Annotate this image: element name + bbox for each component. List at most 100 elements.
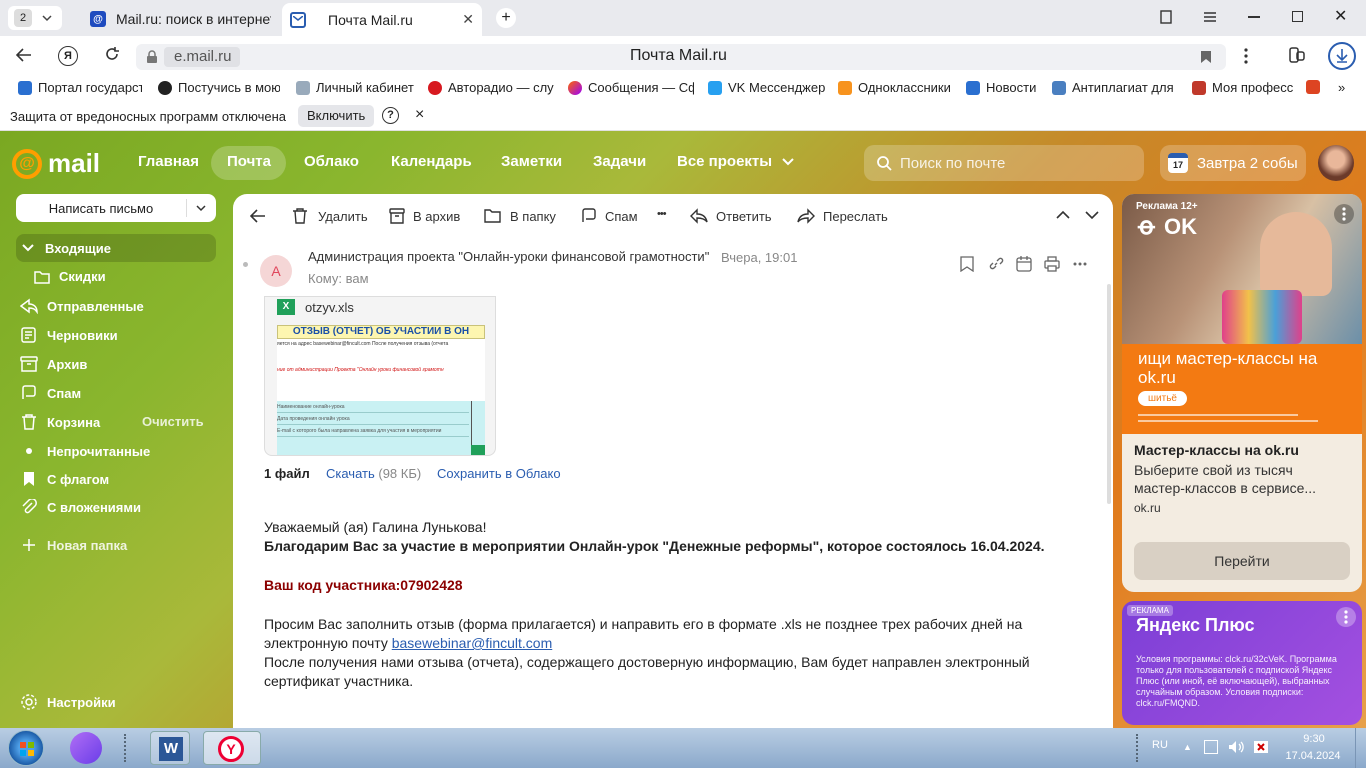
read-status-dot[interactable] xyxy=(243,262,248,267)
nav-mail[interactable]: Почта xyxy=(227,153,271,170)
nav-main[interactable]: Главная xyxy=(138,153,199,170)
folder-drafts[interactable]: Черновики xyxy=(20,327,118,343)
yandex-browser-taskbar-button[interactable]: Y xyxy=(203,731,261,765)
reload-icon[interactable] xyxy=(104,46,120,62)
volume-icon[interactable] xyxy=(1228,740,1244,754)
bookmarks-more-icon[interactable]: » xyxy=(1338,80,1345,95)
ad-ok-masterclasses[interactable]: Реклама 12+ ꝋ OK ищи мастер-классы на ok… xyxy=(1122,194,1362,592)
move-to-folder-button[interactable]: В папку xyxy=(484,208,556,224)
calendar-widget[interactable]: 17 Завтра 2 собы xyxy=(1160,145,1306,181)
network-icon[interactable] xyxy=(1204,740,1218,754)
empty-trash-button[interactable]: Очистить xyxy=(142,414,204,429)
ok-logo-icon: ꝋ xyxy=(1138,213,1155,240)
url-box[interactable]: e.mail.ru Почта Mail.ru xyxy=(136,44,1226,70)
archive-button[interactable]: В архив xyxy=(389,208,460,224)
ad-go-button[interactable]: Перейти xyxy=(1134,542,1350,580)
minimize-icon[interactable] xyxy=(1248,16,1260,18)
bookmark-item[interactable]: Антиплагиат для xyxy=(1052,80,1176,95)
extensions-icon[interactable] xyxy=(1288,46,1306,64)
tab-mailru-search[interactable]: @ Mail.ru: поиск в интернете xyxy=(82,5,280,33)
chevron-down-icon[interactable] xyxy=(196,204,206,212)
folder-inbox[interactable]: Входящие xyxy=(20,240,111,256)
previous-message-icon[interactable] xyxy=(1056,210,1070,220)
bookmark-item[interactable]: Сообщения — Сф xyxy=(568,80,694,95)
attachment-card[interactable]: X otzyv.xls ОТЗЫВ (ОТЧЕТ) ОБ УЧАСТИИ В О… xyxy=(264,296,496,456)
bookmark-item[interactable]: Авторадио — слу xyxy=(428,80,554,95)
folder-attachments[interactable]: С вложениями xyxy=(20,499,141,515)
bookmark-item[interactable]: Постучись в мою xyxy=(158,80,280,95)
download-icon[interactable] xyxy=(1328,42,1356,70)
bookmark-item[interactable] xyxy=(1306,80,1322,94)
folder-archive[interactable]: Архив xyxy=(20,356,87,372)
yandex-icon[interactable]: Я xyxy=(58,46,78,66)
compose-button[interactable]: Написать письмо xyxy=(16,194,216,222)
alice-icon[interactable] xyxy=(70,732,102,764)
print-icon[interactable] xyxy=(1044,256,1060,272)
folder-spam[interactable]: Спам xyxy=(20,385,81,401)
bookmark-item[interactable]: Портал государст xyxy=(18,80,142,95)
ad-menu-icon[interactable] xyxy=(1334,204,1354,224)
bookmark-item[interactable]: Моя професс xyxy=(1192,80,1294,95)
mail-search[interactable]: Поиск по почте xyxy=(864,145,1144,181)
download-link[interactable]: Скачать (98 КБ) xyxy=(326,466,421,481)
reply-button[interactable]: Ответить xyxy=(690,208,772,224)
enable-protection-button[interactable]: Включить xyxy=(298,105,375,127)
nav-tasks[interactable]: Задачи xyxy=(593,153,646,170)
restore-icon[interactable] xyxy=(1292,11,1303,22)
settings-button[interactable]: Настройки xyxy=(20,693,116,711)
action-center-icon[interactable] xyxy=(1253,740,1269,754)
show-desktop-button[interactable] xyxy=(1355,728,1366,768)
forward-button[interactable]: Переслать xyxy=(797,208,888,224)
sender-name[interactable]: Администрация проекта "Онлайн-уроки фина… xyxy=(308,249,709,264)
language-indicator[interactable]: RU xyxy=(1152,739,1168,751)
word-taskbar-button[interactable]: W xyxy=(150,731,190,765)
ad-menu-icon[interactable] xyxy=(1336,607,1356,627)
close-tab-icon[interactable]: ✕ xyxy=(462,11,474,28)
ad-yandex-plus[interactable]: РЕКЛАМА Яндекс Плюс Условия программы: c… xyxy=(1122,601,1362,725)
bookmark-item[interactable]: Одноклассники xyxy=(838,80,958,95)
link-icon[interactable] xyxy=(988,256,1004,272)
avatar[interactable] xyxy=(1318,145,1354,181)
close-window-icon[interactable]: ✕ xyxy=(1334,6,1347,26)
delete-button[interactable]: Удалить xyxy=(292,208,368,224)
more-vertical-icon[interactable] xyxy=(1244,48,1248,64)
bookmark-icon[interactable] xyxy=(960,256,974,272)
mail-logo[interactable]: @ mail xyxy=(12,148,100,179)
nav-cloud[interactable]: Облако xyxy=(304,153,359,170)
bookmark-icon[interactable] xyxy=(1200,50,1212,64)
next-message-icon[interactable] xyxy=(1085,210,1099,220)
email-link[interactable]: basewebinar@fincult.com xyxy=(392,635,553,651)
calendar-icon[interactable] xyxy=(1016,256,1032,272)
folder-discounts[interactable]: Скидки xyxy=(34,269,106,284)
tray-expand-icon[interactable]: ▲ xyxy=(1183,742,1192,752)
back-icon[interactable] xyxy=(16,48,32,62)
more-actions-button[interactable]: ••• xyxy=(657,208,667,220)
help-icon[interactable]: ? xyxy=(382,107,399,124)
folder-unread[interactable]: Непрочитанные xyxy=(20,443,150,459)
new-folder-button[interactable]: Новая папка xyxy=(20,537,127,553)
nav-all-projects[interactable]: Все проекты xyxy=(677,153,794,170)
menu-icon[interactable] xyxy=(1202,9,1218,25)
folder-sent[interactable]: Отправленные xyxy=(20,298,144,314)
bookmark-item[interactable]: Новости xyxy=(966,80,1042,95)
folder-flagged[interactable]: С флагом xyxy=(20,471,109,487)
start-button[interactable] xyxy=(8,730,44,766)
nav-notes[interactable]: Заметки xyxy=(501,153,562,170)
tab-mail[interactable]: Почта Mail.ru ✕ xyxy=(282,3,482,36)
back-to-list-icon[interactable] xyxy=(250,209,266,223)
clock-date[interactable]: 17.04.2024 xyxy=(1282,750,1344,762)
bookmark-manager-icon[interactable] xyxy=(1158,9,1174,25)
clock-time[interactable]: 9:30 xyxy=(1286,733,1342,745)
more-icon[interactable] xyxy=(1073,262,1087,266)
scrollbar[interactable] xyxy=(1107,284,1111,504)
attachment-filename: otzyv.xls xyxy=(305,299,354,315)
bookmark-item[interactable]: VK Мессенджер xyxy=(708,80,828,95)
spam-button[interactable]: Спам xyxy=(581,208,638,224)
nav-calendar[interactable]: Календарь xyxy=(391,153,472,170)
folder-trash[interactable]: Корзина xyxy=(20,414,100,430)
close-warning-icon[interactable]: × xyxy=(415,106,424,124)
save-to-cloud-link[interactable]: Сохранить в Облако xyxy=(437,466,561,481)
bookmark-item[interactable]: Личный кабинет xyxy=(296,80,418,95)
new-tab-button[interactable]: + xyxy=(496,8,516,28)
tab-count-button[interactable]: 2 xyxy=(8,6,62,30)
